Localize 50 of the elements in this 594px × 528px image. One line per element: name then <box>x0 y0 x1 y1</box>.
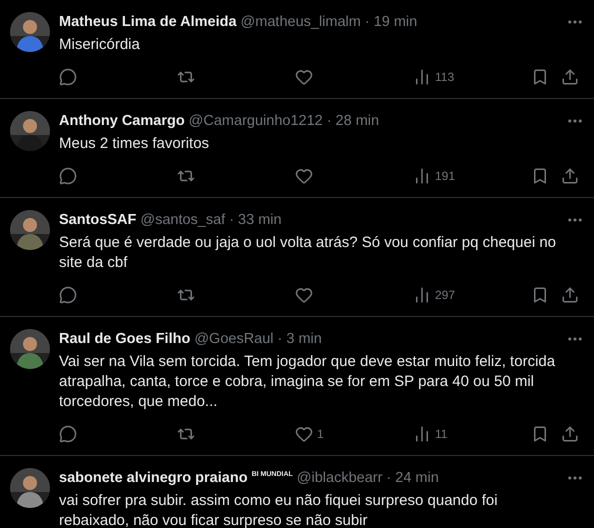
reply-icon[interactable] <box>59 167 77 185</box>
author-name[interactable]: Anthony Camargo <box>59 113 185 129</box>
author-handle[interactable]: @matheus_limalm <box>240 14 361 30</box>
bookmark-icon[interactable] <box>531 68 549 86</box>
author-name[interactable]: SantosSAF <box>59 212 136 228</box>
like-icon[interactable] <box>295 425 313 443</box>
post-time[interactable]: 33 min <box>238 212 282 228</box>
post-time[interactable]: 28 min <box>336 113 380 129</box>
separator-dot: · <box>278 331 282 347</box>
bookmark-icon[interactable] <box>531 425 549 443</box>
share-icon[interactable] <box>561 286 579 304</box>
author-name[interactable]: Raul de Goes Filho <box>59 331 190 347</box>
views-icon[interactable] <box>413 286 431 304</box>
separator-dot: · <box>326 113 332 129</box>
tweet-text: Vai ser na Vila sem torcida. Tem jogador que deve estar muito feliz, torcida atrapalha, canta, torce e cobra, imagina se for em SP para 40 ou 50 mil torcedores, que medo... <box>59 352 556 412</box>
separator-dot: · <box>229 212 234 228</box>
view-count: 297 <box>435 288 456 302</box>
views-icon[interactable] <box>413 425 431 443</box>
reply-icon[interactable] <box>59 286 77 304</box>
bookmark-icon[interactable] <box>531 286 549 304</box>
tweet-text: Misericórdia <box>59 35 141 55</box>
like-count: 1 <box>317 427 324 441</box>
author-name[interactable]: Matheus Lima de Almeida <box>59 14 237 30</box>
share-icon[interactable] <box>561 68 579 86</box>
like-icon[interactable] <box>295 167 313 185</box>
author-handle[interactable]: @GoesRaul <box>194 331 274 347</box>
separator-dot: · <box>364 14 370 30</box>
author-handle[interactable]: @iblackbearr <box>296 470 382 486</box>
views-icon[interactable] <box>413 167 431 185</box>
tweet-text: Meus 2 times favoritos <box>59 134 210 154</box>
view-count: 113 <box>435 70 454 84</box>
post-time[interactable]: 3 min <box>286 331 322 347</box>
tweet-text: vai sofrer pra subir. assim como eu não fiquei surpreso quando foi rebaixado, não vou ficar surpreso se não subir <box>59 491 499 528</box>
separator-dot: · <box>386 470 392 486</box>
author-handle[interactable]: @Camarguinho1212 <box>188 113 323 129</box>
share-icon[interactable] <box>561 425 579 443</box>
author-handle[interactable]: @santos_saf <box>140 212 226 228</box>
reply-icon[interactable] <box>59 425 77 443</box>
tweet-text: Será que é verdade ou jaja o uol volta atrás? Só vou confiar pq chequei no site da cbf <box>59 233 558 273</box>
bookmark-icon[interactable] <box>531 167 549 185</box>
post-time[interactable]: 19 min <box>374 14 418 30</box>
share-icon[interactable] <box>561 167 579 185</box>
view-count: 191 <box>435 169 456 183</box>
post-time[interactable]: 24 min <box>395 470 439 486</box>
reply-icon[interactable] <box>59 68 77 86</box>
like-icon[interactable] <box>295 68 313 86</box>
views-icon[interactable] <box>413 68 431 86</box>
view-count: 11 <box>435 427 448 441</box>
like-icon[interactable] <box>295 286 313 304</box>
author-name[interactable]: sabonete alvinegro praiano <box>59 470 248 486</box>
